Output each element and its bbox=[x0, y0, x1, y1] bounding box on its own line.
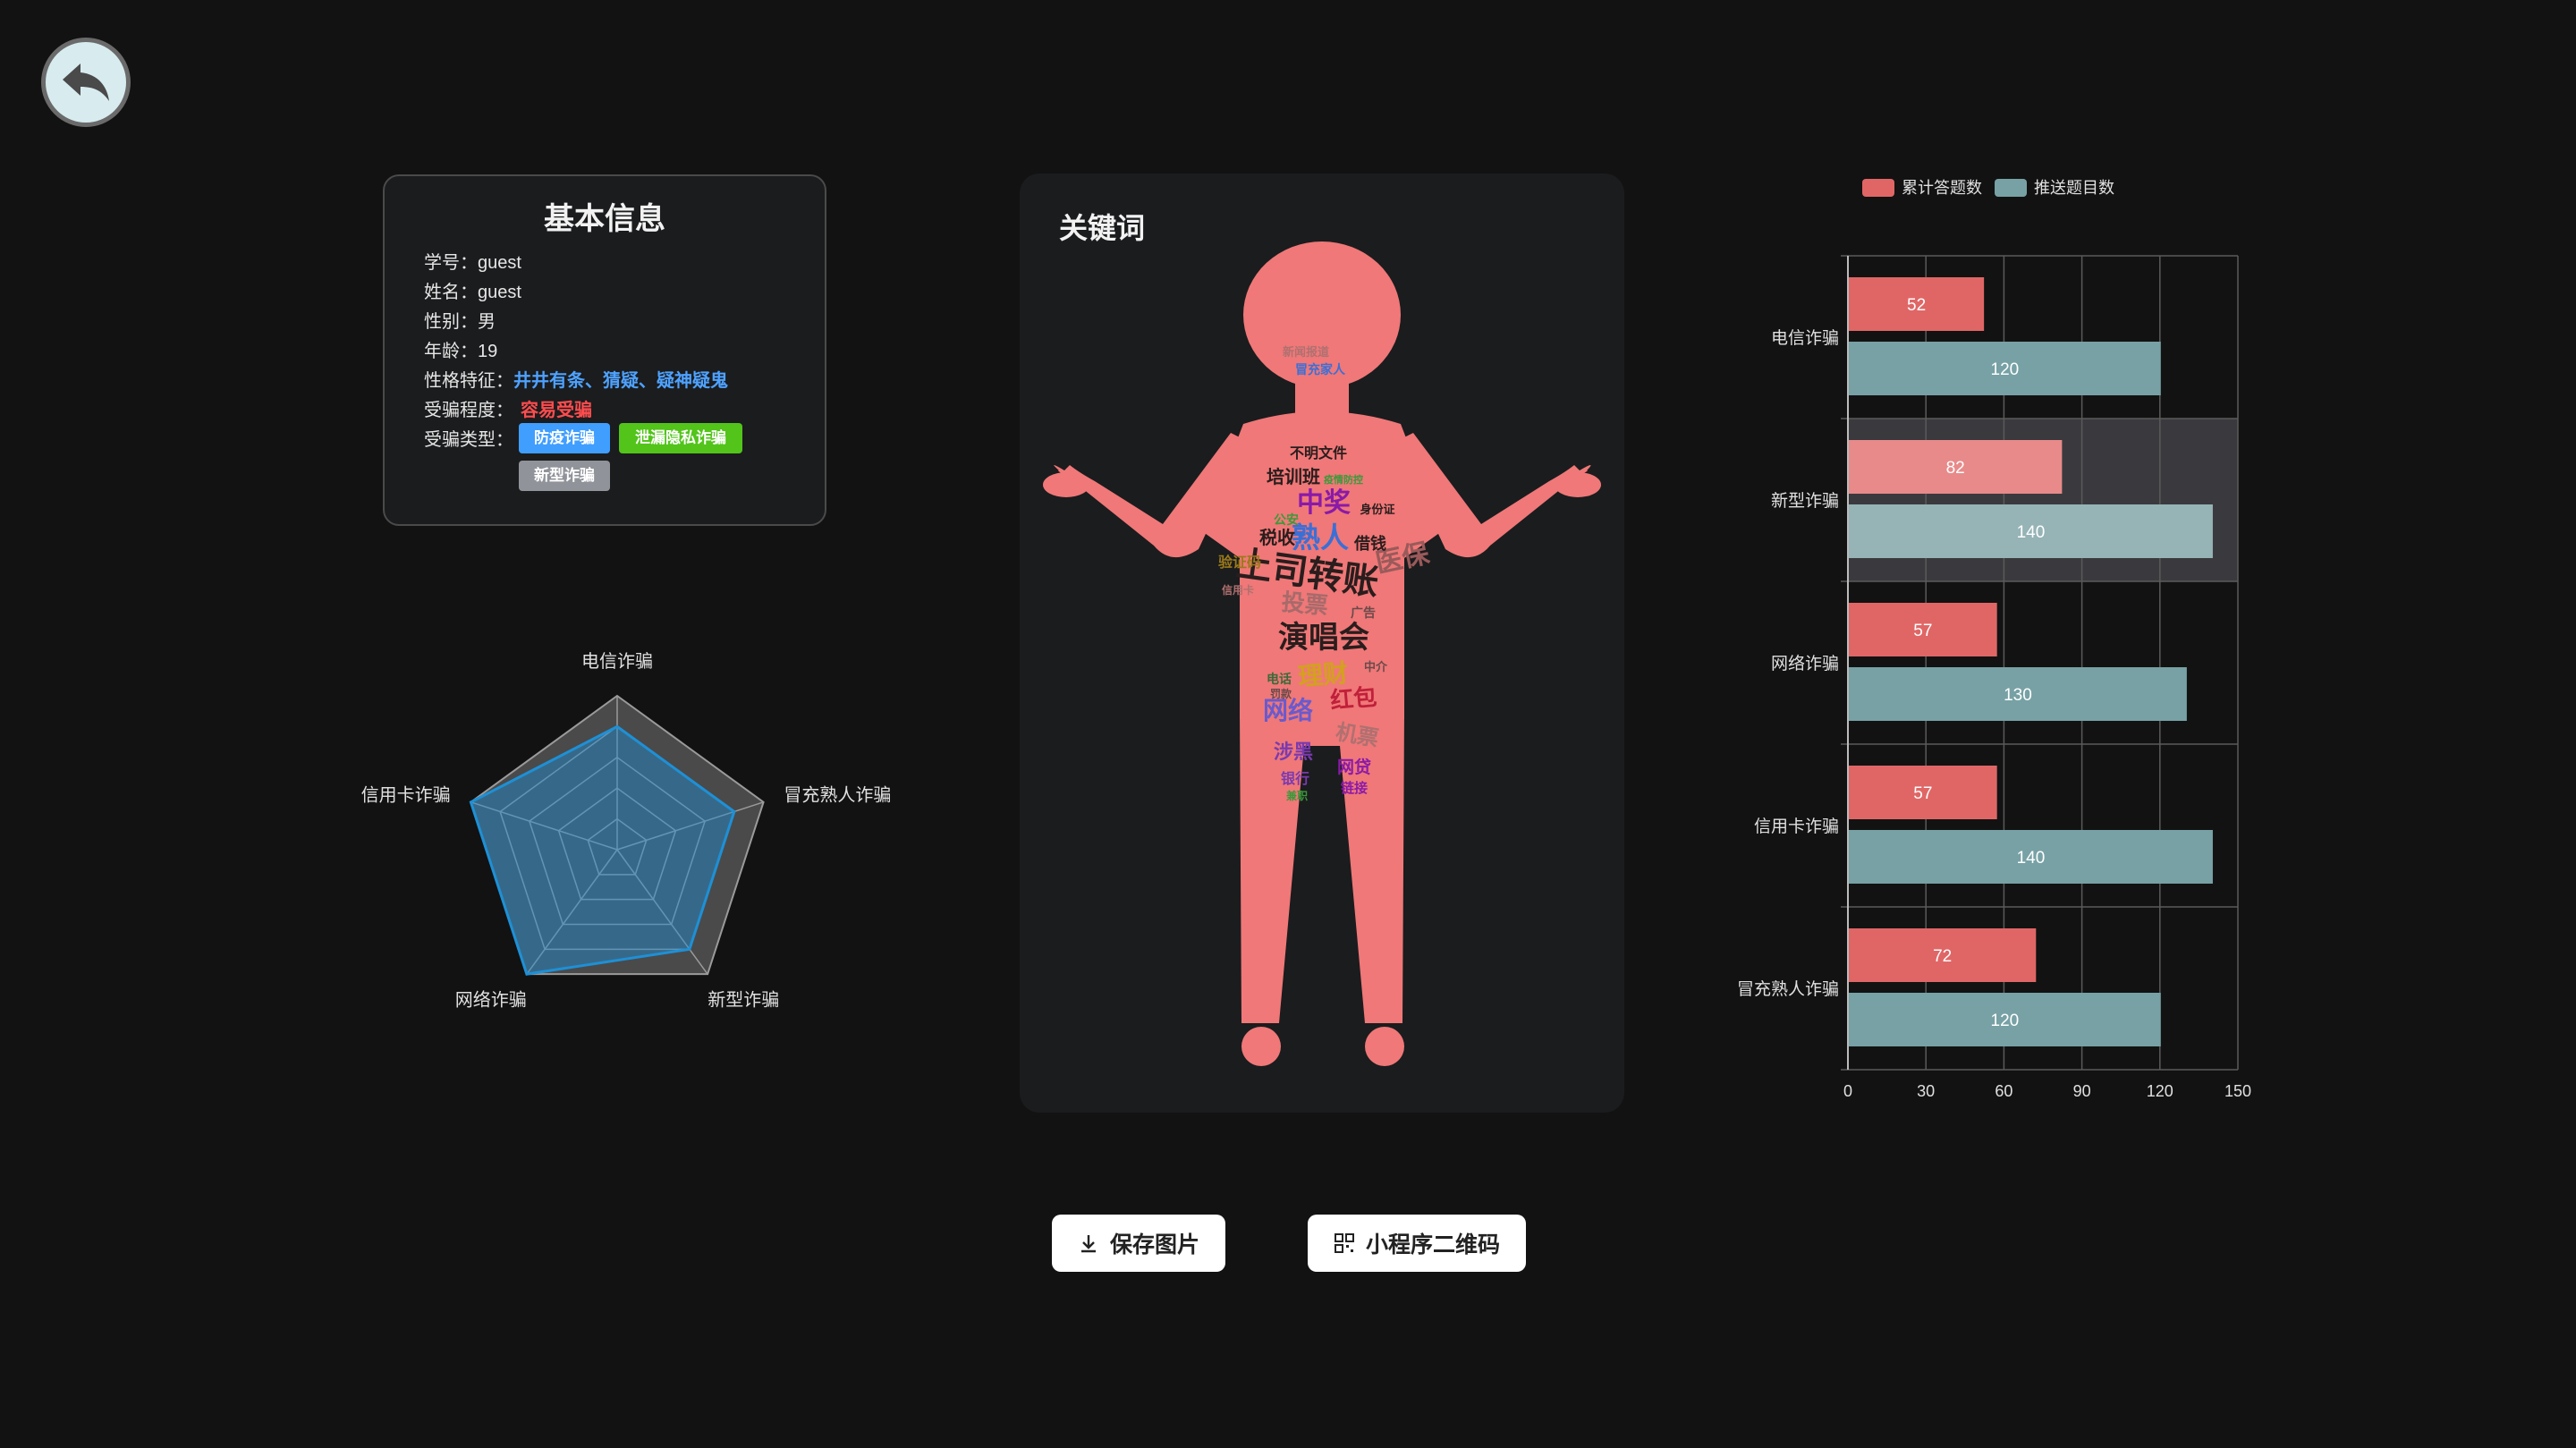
legend-label: 累计答题数 bbox=[1902, 179, 1982, 197]
download-icon bbox=[1080, 1235, 1096, 1253]
radar-indicator-label: 冒充熟人诈骗 bbox=[784, 784, 891, 805]
mini-program-qr-label: 小程序二维码 bbox=[1365, 1232, 1500, 1257]
back-button[interactable] bbox=[41, 38, 131, 127]
keyword-word: 中奖 bbox=[1297, 487, 1351, 518]
keyword-word: 培训班 bbox=[1267, 466, 1320, 487]
y-category-label: 网络诈骗 bbox=[1771, 654, 1839, 673]
personality-label: 性格特征： bbox=[424, 371, 513, 391]
legend-label: 推送题目数 bbox=[2034, 179, 2114, 197]
radar-indicator-label: 网络诈骗 bbox=[455, 990, 527, 1011]
bar-value-label: 57 bbox=[1913, 622, 1932, 640]
legend-swatch bbox=[1995, 179, 2027, 197]
keyword-word: 广告 bbox=[1351, 605, 1376, 620]
fraud-type-tag: 泄漏隐私诈骗 bbox=[619, 423, 742, 453]
student-id-row: 学号：guest bbox=[424, 248, 521, 274]
bar-chart: 累计答题数 推送题目数 0 30 60 90 120 150 电信诈骗 52 120 新型诈骗 82 14… bbox=[1726, 161, 2281, 1100]
bar-value-label: 140 bbox=[2017, 849, 2046, 868]
susceptibility-row: 受骗程度： 容易受骗 bbox=[424, 395, 592, 421]
x-tick-label: 120 bbox=[2147, 1082, 2174, 1100]
keyword-word: 公安 bbox=[1274, 512, 1299, 527]
age-label: 年龄： bbox=[424, 342, 478, 361]
back-arrow-icon bbox=[63, 64, 109, 101]
name-row: 姓名：guest bbox=[424, 277, 521, 303]
mini-program-qr-button[interactable]: 小程序二维码 bbox=[1308, 1215, 1526, 1272]
fraud-type-tag: 防疫诈骗 bbox=[519, 423, 610, 453]
x-tick-label: 60 bbox=[1995, 1082, 2012, 1100]
gender-value: 男 bbox=[478, 312, 496, 332]
keyword-word: 兼职 bbox=[1285, 789, 1308, 802]
student-id-value: guest bbox=[478, 253, 521, 273]
keyword-word: 链接 bbox=[1341, 780, 1368, 796]
keyword-word: 电话 bbox=[1267, 672, 1292, 686]
radar-indicator-label: 新型诈骗 bbox=[708, 990, 779, 1011]
basic-info-card: 基本信息 学号：guest 姓名：guest 性别：男 年龄：19 性格特征：井… bbox=[383, 174, 826, 526]
bar-value-label: 120 bbox=[1991, 360, 2020, 379]
y-category-label: 冒充熟人诈骗 bbox=[1737, 979, 1839, 999]
name-label: 姓名： bbox=[424, 283, 478, 302]
info-title: 基本信息 bbox=[544, 202, 665, 236]
fraud-types-label: 受骗类型： bbox=[424, 430, 513, 450]
bar-value-label: 52 bbox=[1907, 296, 1926, 315]
legend-swatch bbox=[1862, 179, 1894, 197]
keyword-word: 红包 bbox=[1329, 683, 1377, 714]
gender-row: 性别：男 bbox=[424, 307, 496, 333]
keyword-word: 熟人 bbox=[1292, 521, 1349, 554]
keyword-word: 涉黑 bbox=[1274, 741, 1313, 763]
x-tick-label: 0 bbox=[1843, 1082, 1852, 1100]
bar-value-label: 120 bbox=[1991, 1012, 2020, 1030]
personality-value: 井井有条、猜疑、疑神疑鬼 bbox=[513, 371, 728, 391]
bar-value-label: 130 bbox=[2004, 686, 2032, 705]
susceptibility-value: 容易受骗 bbox=[521, 401, 592, 420]
keyword-word: 信用卡 bbox=[1222, 583, 1254, 597]
fraud-type-tag: 新型诈骗 bbox=[519, 461, 610, 491]
radar-indicator-label: 信用卡诈骗 bbox=[361, 784, 451, 805]
keyword-word: 新闻报道 bbox=[1283, 345, 1329, 359]
keyword-word: 投票 bbox=[1281, 589, 1329, 619]
save-image-label: 保存图片 bbox=[1109, 1232, 1199, 1257]
gender-label: 性别： bbox=[424, 312, 478, 332]
personality-row: 性格特征：井井有条、猜疑、疑神疑鬼 bbox=[424, 366, 728, 392]
keyword-word: 借钱 bbox=[1353, 534, 1386, 553]
y-category-label: 新型诈骗 bbox=[1771, 491, 1839, 511]
keyword-word: 验证码 bbox=[1218, 554, 1261, 571]
keyword-word: 罚款 bbox=[1270, 687, 1292, 700]
x-tick-label: 30 bbox=[1917, 1082, 1935, 1100]
keyword-word: 银行 bbox=[1281, 770, 1309, 787]
keyword-word: 冒充家人 bbox=[1295, 362, 1346, 377]
bar-value-label: 82 bbox=[1946, 459, 1965, 478]
x-tick-label: 90 bbox=[2073, 1082, 2091, 1100]
keyword-word: 演唱会 bbox=[1278, 621, 1369, 655]
radar-chart: 电信诈骗冒充熟人诈骗新型诈骗 网络诈骗 信用卡诈骗 bbox=[340, 608, 921, 1073]
y-category-label: 信用卡诈骗 bbox=[1754, 817, 1839, 836]
bar-value-label: 140 bbox=[2017, 523, 2046, 542]
name-value: guest bbox=[478, 283, 521, 302]
bar-value-label: 57 bbox=[1913, 784, 1932, 803]
keyword-word: 税收 bbox=[1259, 527, 1295, 548]
radar-indicator-label: 电信诈骗 bbox=[581, 651, 653, 672]
student-id-label: 学号： bbox=[424, 253, 478, 273]
age-value: 19 bbox=[478, 342, 498, 361]
keyword-word: 中介 bbox=[1364, 660, 1388, 673]
keyword-word: 身份证 bbox=[1360, 503, 1394, 516]
bar-value-label: 72 bbox=[1933, 947, 1952, 966]
y-category-label: 电信诈骗 bbox=[1771, 328, 1839, 348]
person-silhouette: 上司转账演唱会熟人中奖医保投票理财红包网络机票涉黑网贷培训班不明文件税收 借钱身份… bbox=[1043, 241, 1601, 1066]
save-image-button[interactable]: 保存图片 bbox=[1052, 1215, 1225, 1272]
susceptibility-label: 受骗程度： bbox=[424, 401, 513, 420]
keyword-word: 不明文件 bbox=[1290, 445, 1347, 461]
qr-code-icon bbox=[1334, 1233, 1354, 1253]
keyword-word: 疫情防控 bbox=[1324, 473, 1363, 486]
keyword-panel: 关键词 上司转账 演唱会 熟人 中奖 医保 投票 理财 红包 网络 机票 涉黑 网贷 培训班 不明文件 税收… bbox=[1020, 174, 1624, 1113]
age-row: 年龄：19 bbox=[424, 336, 497, 362]
x-tick-label: 150 bbox=[2224, 1082, 2251, 1100]
keyword-word: 网贷 bbox=[1337, 757, 1371, 777]
